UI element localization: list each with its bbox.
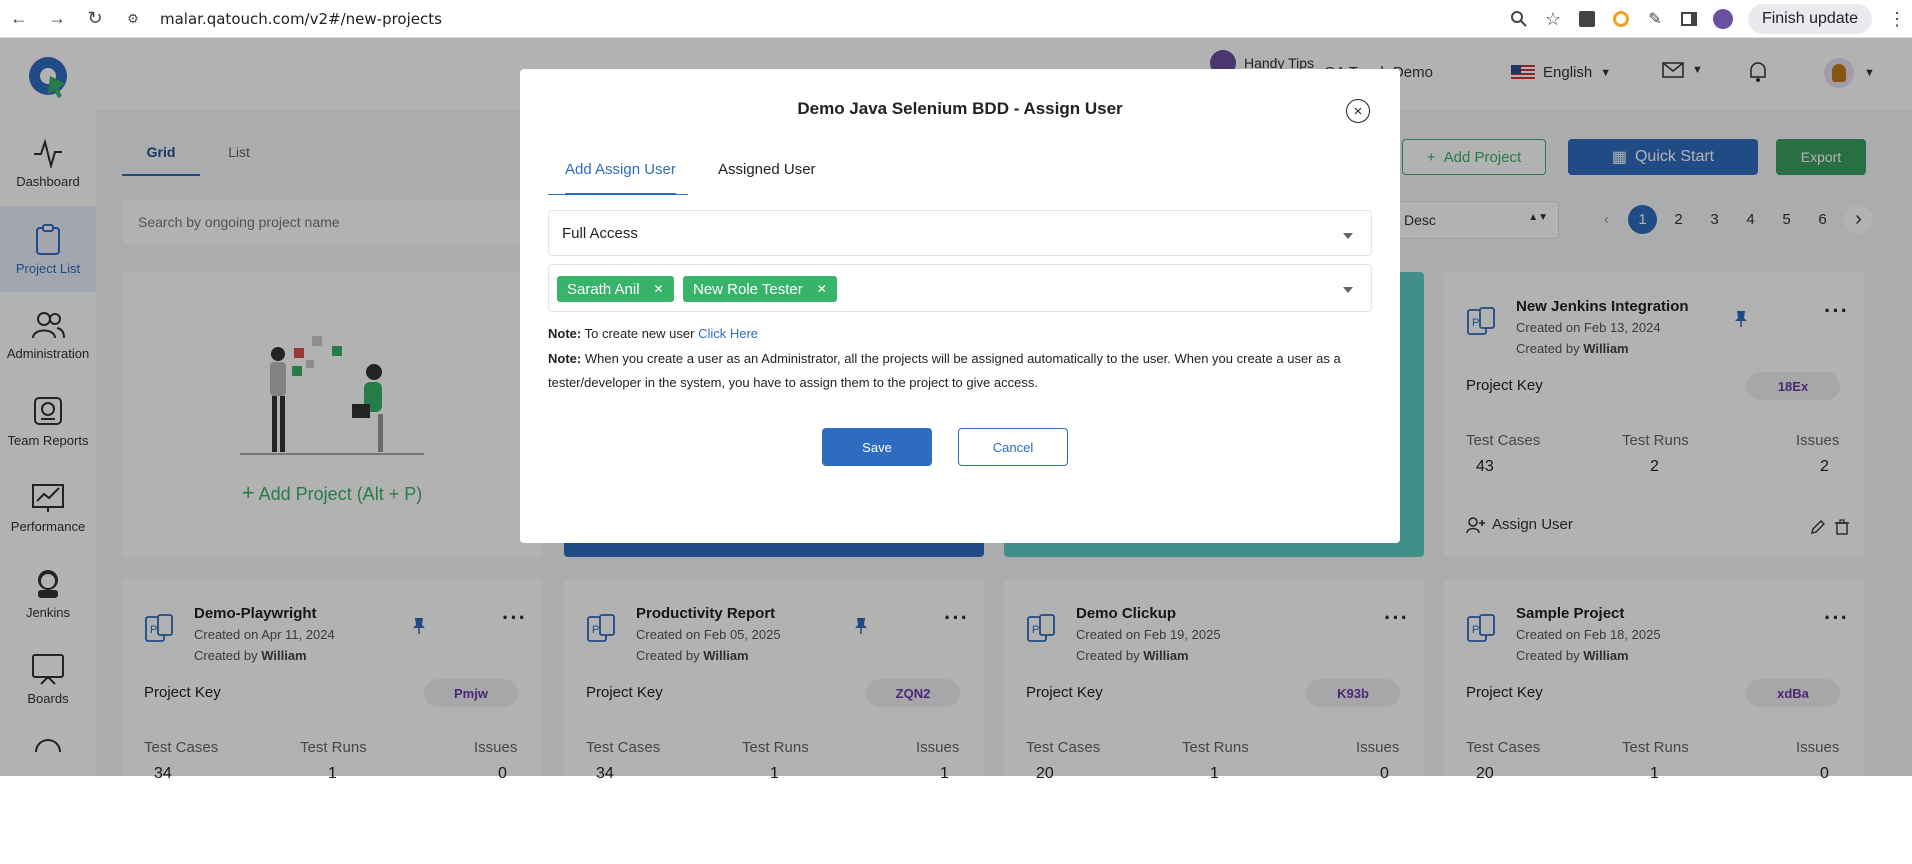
sidepanel-icon[interactable] <box>1674 4 1704 34</box>
menu-dots-icon[interactable]: ⋮ <box>1882 4 1912 34</box>
tab-assigned-user[interactable]: Assigned User <box>718 161 816 178</box>
site-info-icon[interactable]: ⚙ <box>114 0 152 38</box>
zoom-icon[interactable] <box>1504 4 1534 34</box>
user-chip: New Role Tester ✕ <box>683 276 837 302</box>
save-button[interactable]: Save <box>822 428 932 466</box>
remove-chip-icon[interactable]: ✕ <box>654 282 664 296</box>
reload-icon[interactable]: ↻ <box>76 0 114 38</box>
close-icon[interactable]: × <box>1346 99 1370 123</box>
chevron-down-icon <box>1343 287 1353 293</box>
user-multiselect[interactable]: Sarath Anil ✕ New Role Tester ✕ <box>548 264 1372 312</box>
puzzle-icon[interactable]: ✎ <box>1640 4 1670 34</box>
finish-update-button[interactable]: Finish update <box>1747 4 1872 34</box>
remove-chip-icon[interactable]: ✕ <box>817 282 827 296</box>
profile-avatar-icon[interactable] <box>1708 4 1738 34</box>
tab-underline <box>548 194 688 195</box>
address-bar[interactable]: malar.qatouch.com/v2#/new-projects <box>160 10 442 28</box>
extension-orange-icon[interactable] <box>1606 4 1636 34</box>
note-admin-info: Note: When you create a user as an Admin… <box>548 351 1341 390</box>
star-icon[interactable]: ☆ <box>1538 4 1568 34</box>
click-here-link[interactable]: Click Here <box>698 326 758 341</box>
modal-title: Demo Java Selenium BDD - Assign User <box>797 99 1123 118</box>
chevron-down-icon <box>1343 233 1353 239</box>
selenium-extension-icon[interactable] <box>1572 4 1602 34</box>
assign-user-modal: Demo Java Selenium BDD - Assign User × A… <box>520 69 1400 543</box>
back-icon[interactable]: ← <box>0 0 38 38</box>
access-select[interactable]: Full Access <box>548 210 1372 256</box>
forward-icon[interactable]: → <box>38 0 76 38</box>
tab-add-assign-user[interactable]: Add Assign User <box>565 161 676 195</box>
note-create-user: Note: To create new user Click Here <box>548 326 759 341</box>
user-chip: Sarath Anil ✕ <box>557 276 674 302</box>
browser-toolbar: ← → ↻ ⚙ malar.qatouch.com/v2#/new-projec… <box>0 0 1912 38</box>
cancel-button[interactable]: Cancel <box>958 428 1068 466</box>
